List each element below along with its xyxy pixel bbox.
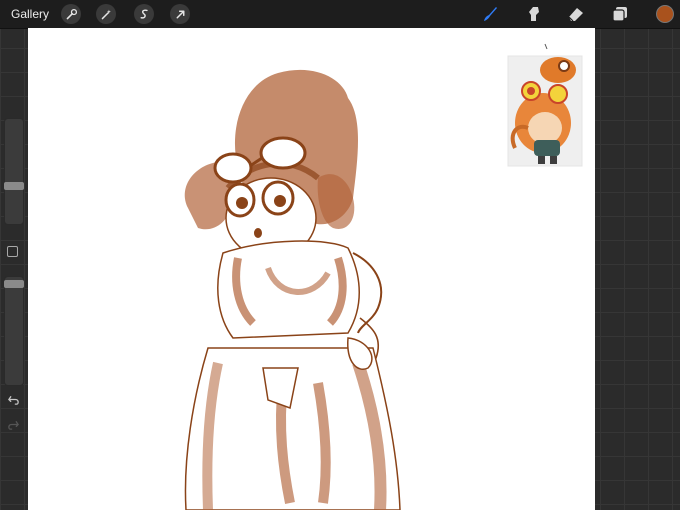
color-picker-swatch[interactable] xyxy=(656,5,674,23)
selection-button[interactable] xyxy=(134,4,154,24)
eraser-icon[interactable] xyxy=(566,4,586,24)
modify-button[interactable] xyxy=(7,246,18,257)
wrench-icon xyxy=(66,8,77,19)
reference-image xyxy=(507,55,583,167)
selection-s-icon xyxy=(140,9,148,19)
layers-icon[interactable] xyxy=(610,4,630,24)
brush-size-slider[interactable] xyxy=(4,118,24,225)
undo-icon[interactable] xyxy=(7,393,20,406)
adjustments-button[interactable] xyxy=(96,4,116,24)
opacity-slider[interactable] xyxy=(4,276,24,386)
brush-icon[interactable] xyxy=(480,4,500,24)
arrow-cursor-icon xyxy=(176,10,184,18)
top-toolbar: Gallery xyxy=(0,0,680,29)
magic-wand-icon xyxy=(101,9,111,19)
redo-icon[interactable] xyxy=(7,418,20,431)
opacity-thumb[interactable] xyxy=(4,280,24,288)
actions-button[interactable] xyxy=(61,4,81,24)
sketch-drawing xyxy=(184,43,583,510)
transform-button[interactable] xyxy=(170,4,190,24)
brush-size-thumb[interactable] xyxy=(4,182,24,190)
sketch-goggle-left xyxy=(213,152,253,184)
left-sidebar xyxy=(2,116,24,438)
sketch-goggle-right xyxy=(259,136,307,170)
drawing-canvas[interactable] xyxy=(28,28,595,510)
smudge-icon[interactable] xyxy=(524,4,544,24)
gallery-button[interactable]: Gallery xyxy=(11,7,49,21)
